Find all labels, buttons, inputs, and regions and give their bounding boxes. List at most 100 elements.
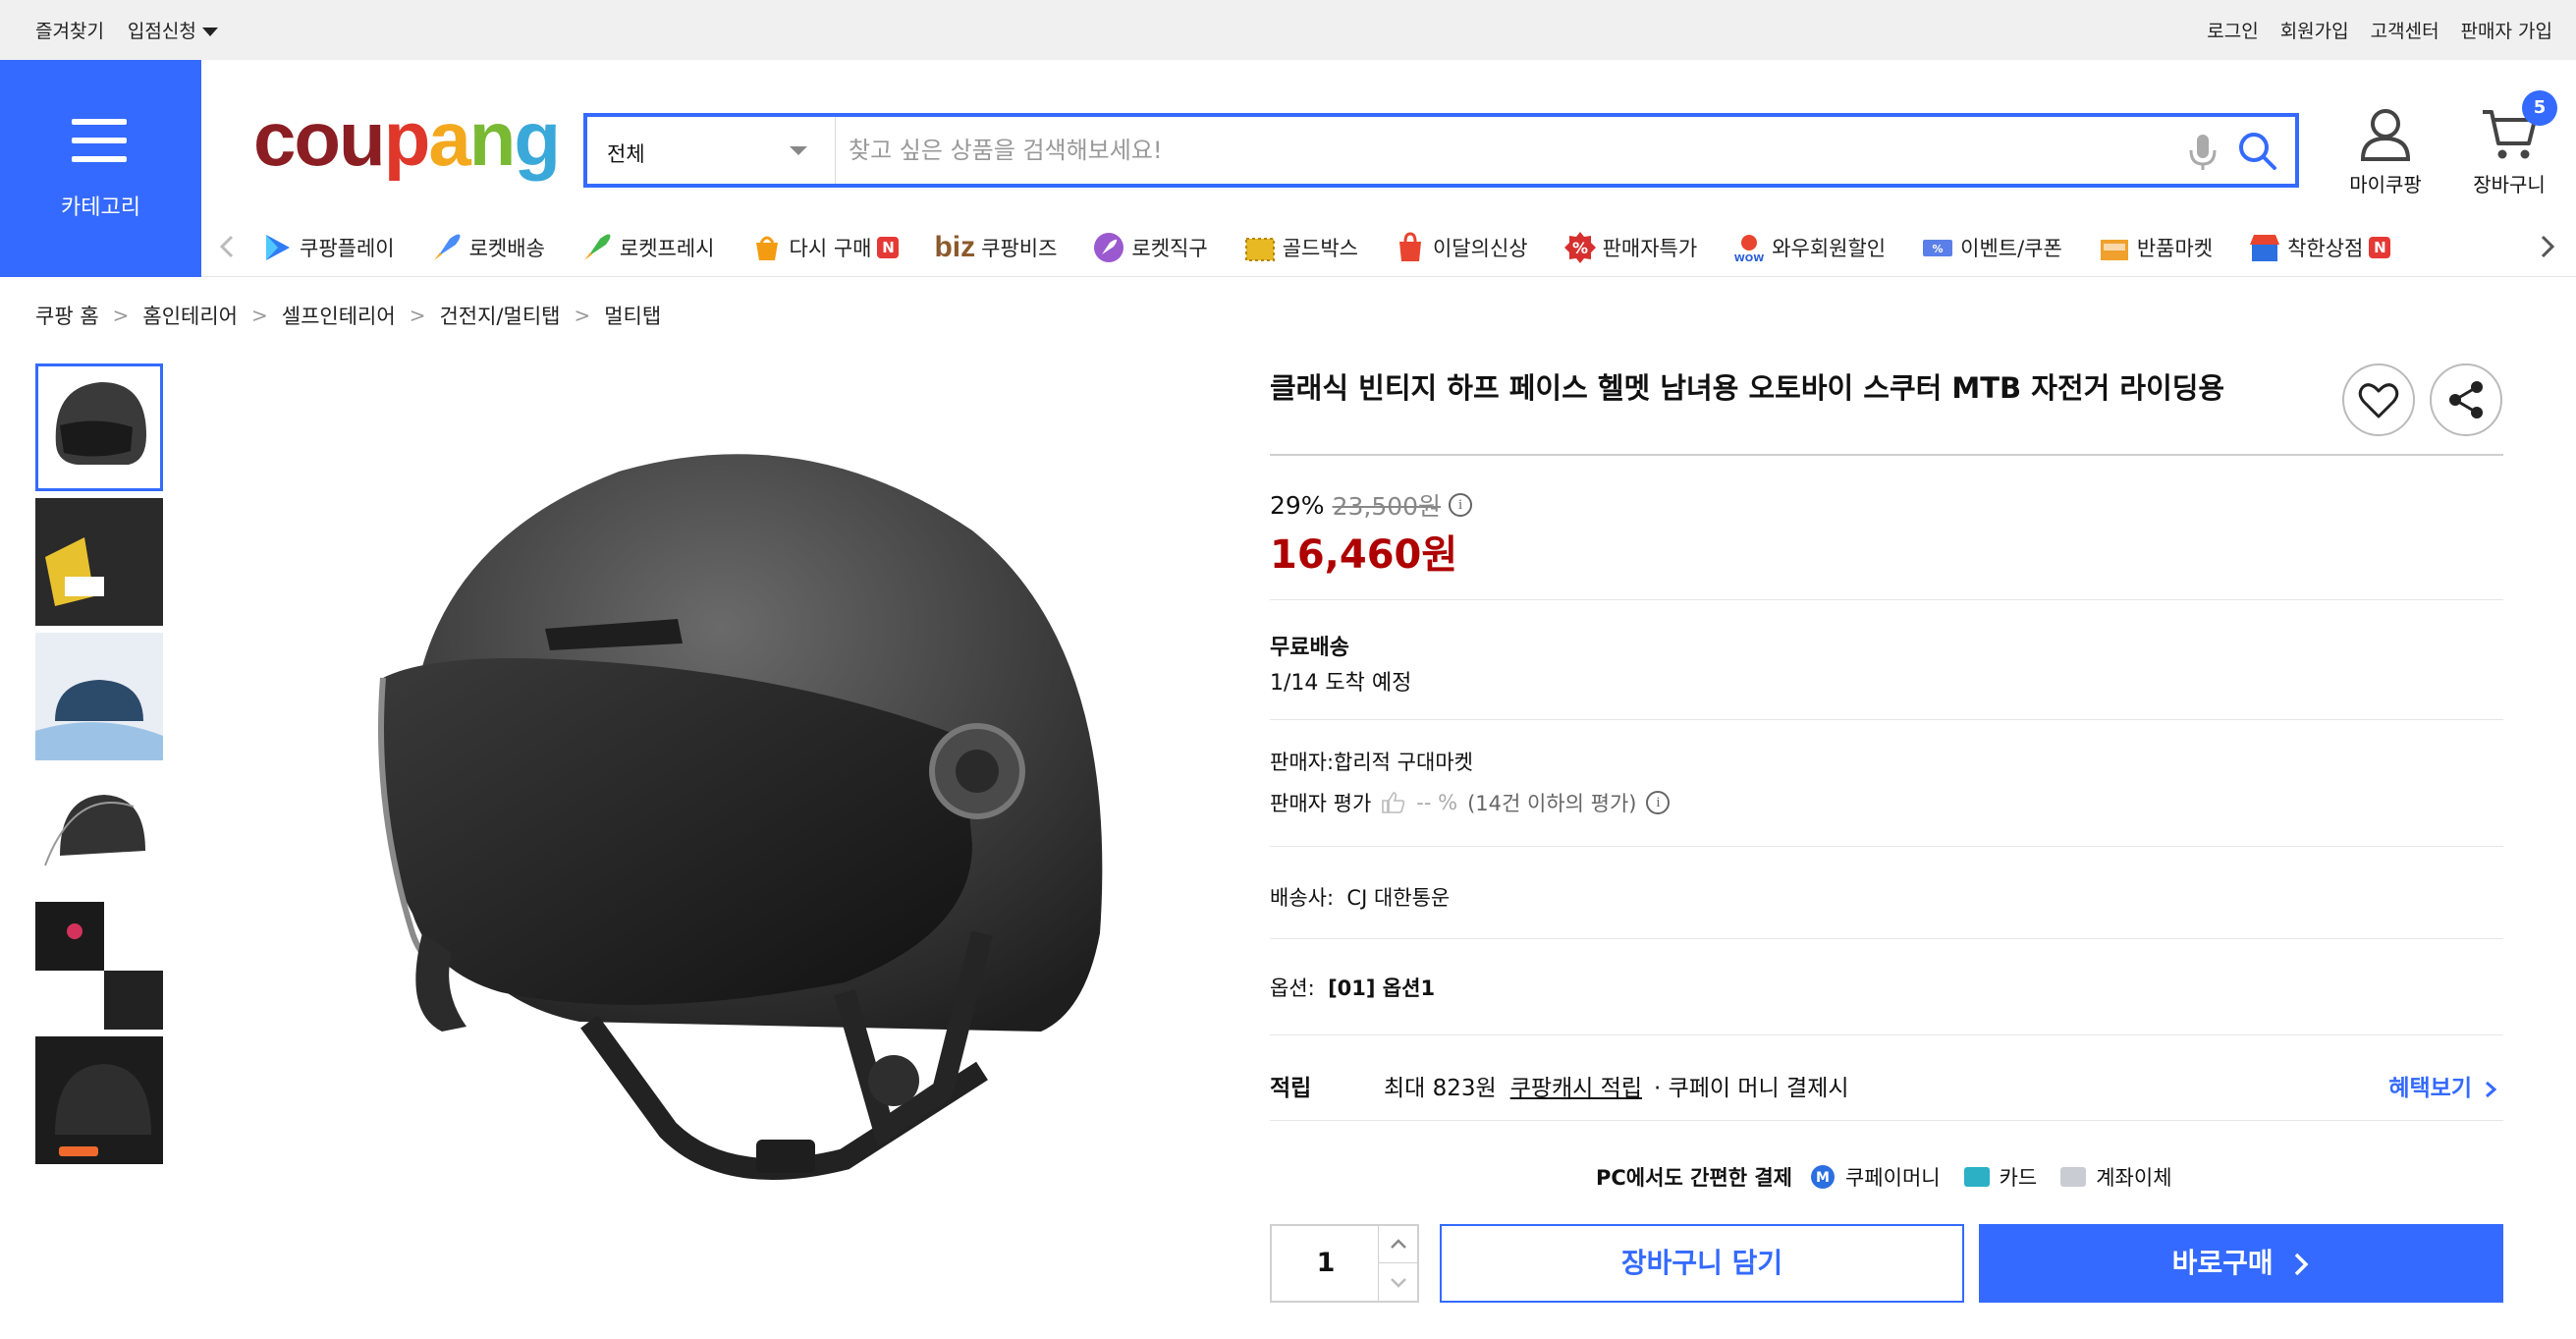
chevron-right-icon[interactable] [2532, 232, 2561, 261]
new-badge: N [877, 237, 900, 258]
svg-text:WOW: WOW [1734, 253, 1765, 264]
info-icon[interactable]: i [1449, 493, 1473, 517]
search-category-value: 전체 [607, 142, 645, 166]
breadcrumb-item[interactable]: 쿠팡 홈 [35, 301, 99, 330]
nav-item-label: 로켓직구 [1131, 237, 1208, 260]
discount-row: 29% 23,500원 i [1270, 487, 1473, 523]
reward-label: 적립 [1270, 1076, 1312, 1101]
nav-item-buy-again[interactable]: 다시 구매 N [750, 231, 900, 264]
quantity-input[interactable]: 1 [1272, 1226, 1380, 1301]
add-to-cart-button[interactable]: 장바구니 담기 [1440, 1224, 1964, 1303]
thumbnail-5[interactable] [35, 902, 163, 1030]
payment-method-label: 쿠페이머니 [1844, 1166, 1941, 1190]
card-icon [1963, 1167, 1990, 1187]
seller-signup-link[interactable]: 판매자 가입 [2461, 17, 2552, 43]
divider [1270, 846, 2503, 847]
svg-text:M: M [1816, 1170, 1830, 1186]
chevron-left-icon[interactable] [213, 232, 243, 261]
seller-apply-menu[interactable]: 입점신청 [128, 17, 218, 43]
percent-icon: % [1563, 232, 1596, 263]
original-price: 23,500원 [1332, 492, 1442, 521]
quantity-decrease-button[interactable] [1378, 1263, 1417, 1301]
breadcrumb-item[interactable]: 멀티탭 [604, 301, 661, 330]
chevron-right-icon: > [574, 304, 591, 327]
heart-icon [2358, 383, 2399, 418]
my-coupang-label: 마이쿠팡 [2349, 173, 2422, 196]
breadcrumb-item[interactable]: 건전지/멀티탭 [439, 301, 560, 330]
nav-item-rocket-fresh[interactable]: 로켓프레시 [580, 231, 715, 264]
seller-rating-row: 판매자 평가 -- % (14건 이하의 평가) i [1270, 788, 1671, 817]
nav-item-events-coupons[interactable]: % 이벤트/쿠폰 [1921, 231, 2062, 264]
info-icon[interactable]: i [1646, 791, 1671, 814]
thumbnail-1[interactable] [35, 363, 163, 491]
nav-item-coupang-biz[interactable]: biz 쿠팡비즈 [934, 231, 1057, 264]
payment-method-label: 카드 [1999, 1166, 2038, 1190]
chevron-right-icon: > [409, 304, 426, 327]
login-link[interactable]: 로그인 [2207, 17, 2258, 43]
nav-item-new-arrivals[interactable]: 이달의신상 [1394, 231, 1528, 264]
nav-item-label: 반품마켓 [2136, 237, 2214, 260]
nav-item-seller-deals[interactable]: % 판매자특가 [1563, 231, 1697, 264]
new-badge: N [2369, 237, 2391, 258]
nav-item-wow-discount[interactable]: WOW 와우회원할인 [1732, 231, 1886, 264]
payment-methods-row: PC에서도 간편한 결제 M 쿠페이머니 카드 계좌이체 [1596, 1162, 2172, 1192]
signup-link[interactable]: 회원가입 [2280, 17, 2349, 43]
search-category-select[interactable]: 전체 [587, 117, 836, 184]
bank-transfer-icon [2060, 1167, 2087, 1187]
nav-item-label: 착한상점 [2287, 237, 2364, 260]
thumbnail-2[interactable] [35, 498, 163, 626]
benefit-link[interactable]: 혜택보기 [2388, 1069, 2497, 1102]
divider [1270, 599, 2503, 600]
thumbnail-4[interactable] [35, 767, 163, 895]
customer-center-link[interactable]: 고객센터 [2371, 17, 2439, 43]
nav-item-label: 쿠팡비즈 [981, 237, 1058, 260]
courier-row: 배송사: CJ 대한통운 [1270, 882, 1450, 912]
seller-name[interactable]: 판매자:합리적 구대마켓 [1270, 747, 1473, 776]
microphone-icon[interactable] [2185, 133, 2220, 172]
courier-label: 배송사: [1270, 886, 1335, 910]
product-main-image[interactable] [295, 383, 1178, 1267]
favorites-link[interactable]: 즐겨찾기 [35, 17, 104, 43]
reward-cash-link[interactable]: 쿠팡캐시 적립 [1510, 1069, 1642, 1102]
option-row: 옵션: [01] 옵션1 [1270, 973, 1435, 1002]
nav-item-return-market[interactable]: 반품마켓 [2098, 231, 2213, 264]
nav-item-coupang-play[interactable]: 쿠팡플레이 [260, 231, 395, 264]
nav-item-good-store[interactable]: 착한상점 N [2248, 231, 2391, 264]
quantity-stepper: 1 [1270, 1224, 1419, 1303]
buy-now-button[interactable]: 바로구매 [1979, 1224, 2503, 1303]
sale-price: 16,460원 [1270, 532, 1458, 578]
product-title: 클래식 빈티지 하프 페이스 헬멧 남녀용 오토바이 스쿠터 MTB 자전거 라… [1270, 371, 2225, 405]
nav-item-rocket-global[interactable]: 로켓직구 [1092, 231, 1208, 264]
thumbnail-3[interactable] [35, 633, 163, 760]
quantity-increase-button[interactable] [1378, 1226, 1417, 1263]
chevron-right-icon [2295, 1253, 2309, 1276]
thumbs-up-icon [1382, 792, 1405, 813]
share-button[interactable] [2430, 363, 2502, 436]
hamburger-icon [72, 119, 127, 162]
option-label: 옵션: [1270, 976, 1315, 1000]
reward-note: · 쿠페이 머니 결제시 [1653, 1076, 1849, 1101]
category-button[interactable]: 카테고리 [0, 60, 201, 277]
option-value[interactable]: [01] 옵션1 [1328, 976, 1435, 1000]
seller-apply-label: 입점신청 [127, 21, 196, 42]
thumbnail-6[interactable] [35, 1036, 163, 1164]
my-coupang-button[interactable]: 마이쿠팡 [2341, 106, 2430, 197]
nav-item-goldbox[interactable]: 골드박스 [1243, 231, 1358, 264]
category-label: 카테고리 [61, 195, 140, 220]
search-input[interactable] [849, 117, 2007, 184]
rocket-icon [433, 234, 461, 260]
payment-title: PC에서도 간편한 결제 [1596, 1166, 1792, 1190]
breadcrumb-item[interactable]: 홈인테리어 [142, 301, 238, 330]
divider [1270, 719, 2503, 720]
wishlist-button[interactable] [2342, 363, 2415, 436]
breadcrumb: 쿠팡 홈 > 홈인테리어 > 셀프인테리어 > 건전지/멀티탭 > 멀티탭 [35, 301, 661, 330]
breadcrumb-item[interactable]: 셀프인테리어 [282, 301, 396, 330]
divider [1270, 938, 2503, 939]
coupang-logo[interactable]: coupang [253, 100, 561, 177]
search-icon[interactable] [2236, 130, 2277, 171]
wow-icon: WOW [1734, 235, 1765, 264]
nav-item-rocket-delivery[interactable]: 로켓배송 [430, 231, 545, 264]
cart-button[interactable]: 5 장바구니 [2465, 90, 2557, 197]
nav-item-label: 이달의신상 [1432, 237, 1528, 260]
biz-icon: biz [934, 231, 976, 263]
